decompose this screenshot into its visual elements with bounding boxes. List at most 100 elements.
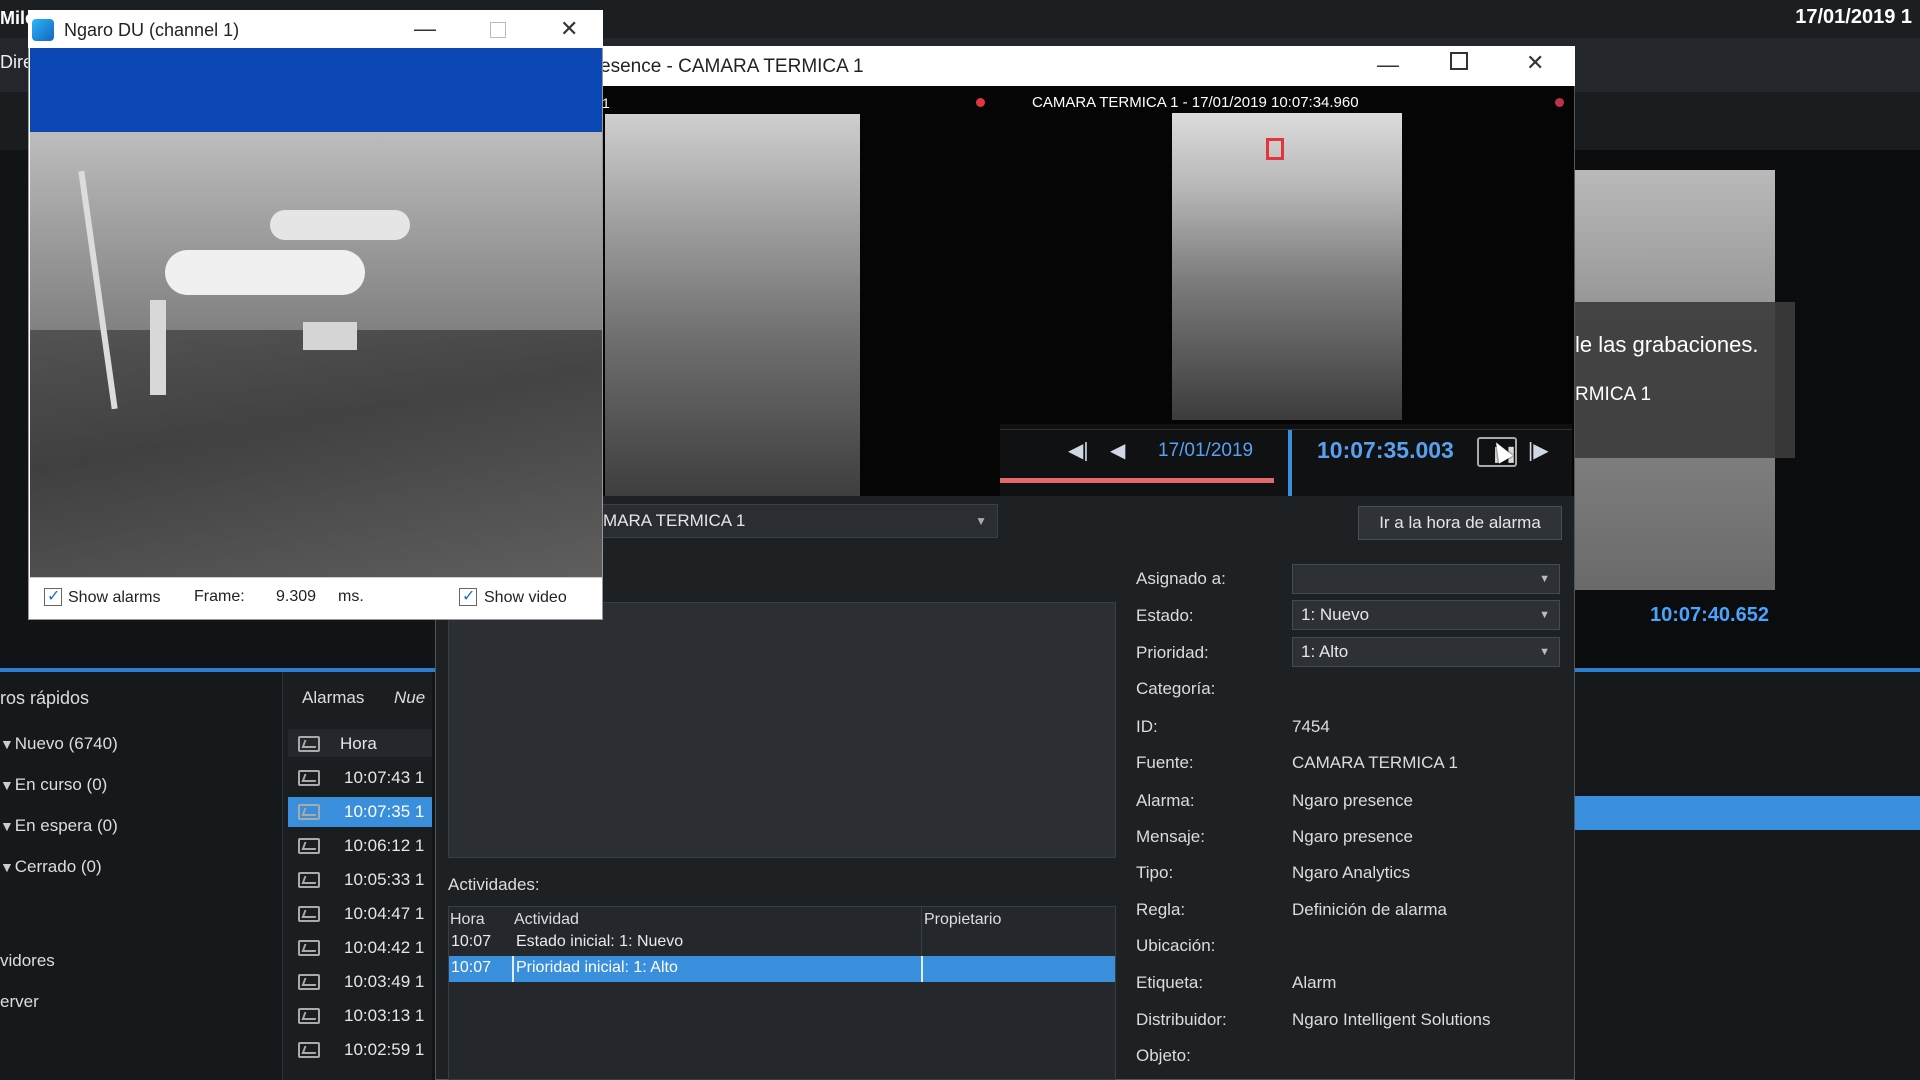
assigned-select[interactable]: ▼: [1292, 564, 1560, 594]
priority-value: 1: Alto: [1301, 642, 1349, 661]
alarm-time: 10:07:43 1: [344, 768, 425, 787]
popup-header-band: [30, 48, 602, 132]
table-row[interactable]: 10:03:13 1: [288, 1001, 432, 1031]
activity-time[interactable]: 10:07: [451, 959, 491, 977]
table-row[interactable]: 10:06:12 1: [288, 831, 432, 861]
state-value: 1: Nuevo: [1301, 605, 1370, 624]
table-row[interactable]: 10:07:43 1: [288, 763, 432, 793]
assigned-label: Asignado a:: [1136, 569, 1226, 588]
app-date-display: 17/01/2019 1: [1795, 6, 1912, 28]
camera-source-value: MARA TERMICA 1: [603, 511, 746, 530]
server-item[interactable]: erver: [0, 992, 39, 1012]
playback-date: 17/01/2019: [1158, 440, 1254, 461]
image-icon: [298, 1008, 320, 1024]
tag-value: Alarm: [1292, 973, 1337, 992]
filter-icon: ▼: [0, 859, 14, 875]
column-header-time[interactable]: Hora: [340, 734, 377, 754]
timeline-ruler[interactable]: [1000, 424, 1572, 430]
image-icon: [298, 804, 320, 820]
go-to-alarm-time-button[interactable]: Ir a la hora de alarma: [1358, 506, 1562, 540]
tooltip-camera-name: RMICA 1: [1575, 384, 1652, 405]
filter-label: Nuevo (6740): [14, 734, 118, 753]
rule-label: Regla:: [1136, 900, 1186, 919]
chevron-down-icon: ▼: [1539, 609, 1550, 621]
timeline-cursor[interactable]: [1288, 430, 1292, 496]
show-alarms-checkbox[interactable]: [44, 586, 62, 606]
show-video-label: Show video: [484, 589, 567, 606]
source-value: CAMARA TERMICA 1: [1292, 753, 1458, 772]
popup-title: Ngaro DU (channel 1): [64, 20, 240, 40]
video-vehicle: [165, 250, 365, 295]
filter-icon: ▼: [0, 818, 14, 834]
rule-value: Definición de alarma: [1292, 900, 1447, 919]
alarm-label: Alarma:: [1136, 791, 1195, 810]
step-forward-icon[interactable]: |▶: [1528, 438, 1549, 463]
alarm-list-header: Hora: [288, 729, 432, 757]
live-video-feed[interactable]: [605, 114, 860, 496]
step-back-icon[interactable]: ◀: [1110, 438, 1125, 463]
table-row[interactable]: 10:05:33 1: [288, 865, 432, 895]
priority-select[interactable]: 1: Alto ▼: [1292, 637, 1560, 667]
alarm-window-title: esence - CAMARA TERMICA 1: [600, 56, 864, 77]
video-ground: [30, 330, 602, 577]
state-label: Estado:: [1136, 606, 1194, 625]
filter-label: En curso (0): [14, 775, 108, 794]
column-header-time[interactable]: Hora: [450, 911, 485, 929]
minimize-icon[interactable]: —: [414, 16, 436, 42]
show-video-checkbox[interactable]: [459, 586, 477, 606]
comment-textarea[interactable]: [448, 602, 1116, 858]
activity-text[interactable]: Estado inicial: 1: Nuevo: [516, 933, 683, 951]
alarm-time: 10:02:59 1: [344, 1040, 425, 1059]
frame-value: 9.309: [276, 588, 317, 605]
activities-label: Actividades:: [448, 875, 540, 894]
playback-video-feed[interactable]: [1172, 113, 1402, 420]
tag-label: Etiqueta:: [1136, 973, 1204, 992]
column-divider: [921, 906, 922, 956]
chevron-down-icon: ▼: [975, 514, 987, 528]
filter-on-hold[interactable]: ▼ En espera (0): [0, 816, 118, 836]
table-row[interactable]: 10:03:49 1: [288, 967, 432, 997]
detection-box: [1266, 138, 1284, 160]
filter-closed[interactable]: ▼ Cerrado (0): [0, 857, 102, 877]
image-icon: [298, 1042, 320, 1058]
state-select[interactable]: 1: Nuevo ▼: [1292, 600, 1560, 630]
alarm-time: 10:07:35 1: [344, 802, 425, 821]
column-header-activity[interactable]: Actividad: [514, 911, 579, 929]
maximize-icon[interactable]: [490, 22, 506, 38]
table-row[interactable]: 10:02:59 1: [288, 1035, 432, 1065]
background-list-pane: [1575, 670, 1920, 1080]
column-divider: [512, 956, 514, 982]
playback-progress: [1000, 478, 1274, 483]
column-divider: [921, 956, 923, 982]
category-label: Categoría:: [1136, 679, 1216, 698]
show-alarms-label: Show alarms: [68, 589, 161, 606]
table-row[interactable]: 10:04:47 1: [288, 899, 432, 929]
column-header-owner[interactable]: Propietario: [924, 911, 1001, 929]
filter-new[interactable]: ▼ Nuevo (6740): [0, 734, 118, 754]
activity-time[interactable]: 10:07: [451, 933, 491, 951]
tooltip: [1575, 302, 1795, 458]
message-value: Ngaro presence: [1292, 827, 1413, 846]
source-label: Fuente:: [1136, 753, 1194, 772]
table-row[interactable]: 10:04:42 1: [288, 933, 432, 963]
maximize-icon[interactable]: [1450, 52, 1468, 70]
close-icon[interactable]: ✕: [560, 16, 578, 42]
table-row-selected[interactable]: 10:07:35 1: [288, 797, 432, 827]
playback-time: 10:07:35.003: [1317, 437, 1454, 463]
tab-new-alarms[interactable]: Nue: [394, 688, 425, 708]
quick-filters-title: ros rápidos: [0, 688, 90, 708]
activity-text[interactable]: Prioridad inicial: 1: Alto: [516, 959, 678, 977]
filter-label: En espera (0): [14, 816, 118, 835]
tab-alarms[interactable]: Alarmas: [302, 688, 364, 708]
alarm-time: 10:03:13 1: [344, 1006, 425, 1025]
camera-source-select[interactable]: MARA TERMICA 1 ▼: [590, 504, 998, 538]
filter-in-progress[interactable]: ▼ En curso (0): [0, 775, 107, 795]
close-icon[interactable]: ✕: [1526, 50, 1544, 76]
background-selected-row[interactable]: [1575, 796, 1920, 830]
servers-section-label[interactable]: vidores: [0, 951, 55, 971]
minimize-icon[interactable]: —: [1377, 52, 1399, 78]
filter-label: Cerrado (0): [14, 857, 102, 876]
video-vehicle: [270, 210, 410, 240]
priority-label: Prioridad:: [1136, 643, 1209, 662]
skip-back-icon[interactable]: ◀|: [1068, 438, 1089, 463]
